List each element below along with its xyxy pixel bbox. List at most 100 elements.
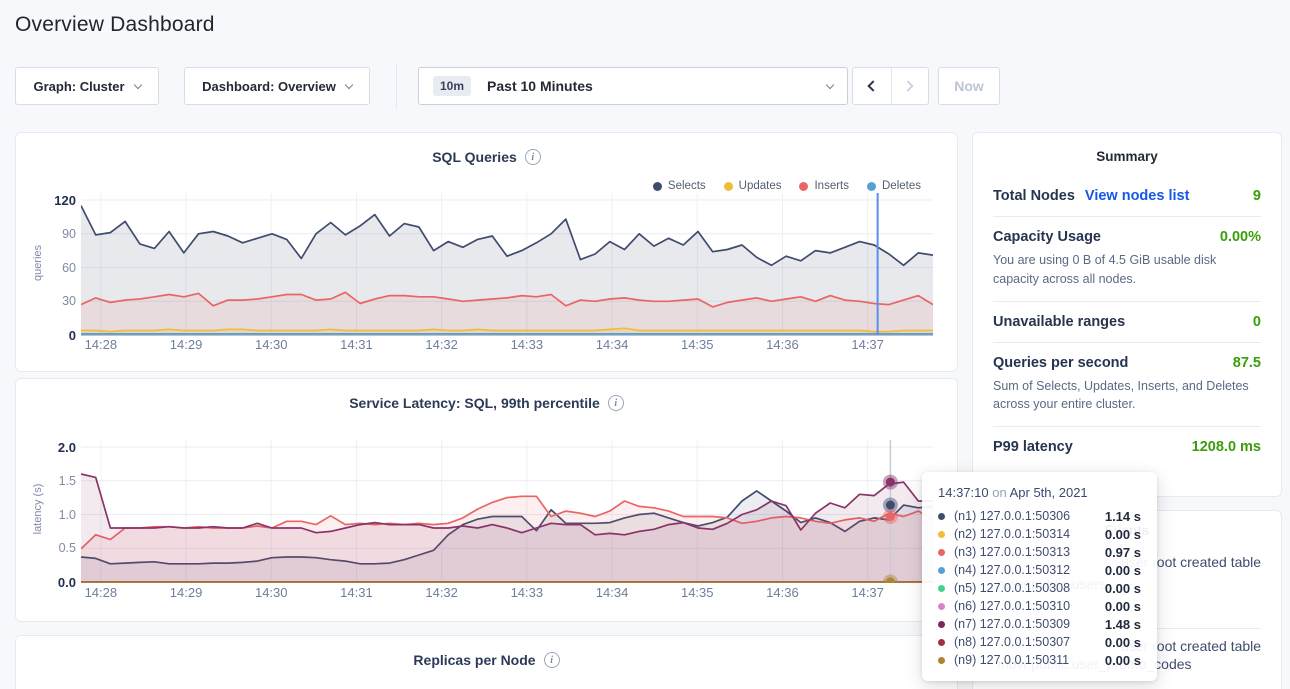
node-color-dot-icon (938, 639, 945, 646)
capacity-usage-value: 0.00% (1220, 229, 1261, 245)
now-button[interactable]: Now (938, 67, 1000, 105)
x-tick-label: 14:30 (246, 337, 296, 352)
tooltip-node-row: (n7) 127.0.0.1:503091.48 s (938, 615, 1141, 633)
legend-dot-icon (867, 182, 876, 191)
qps-value: 87.5 (1233, 355, 1261, 371)
x-tick-label: 14:37 (843, 585, 893, 600)
x-tick-label: 14:29 (161, 585, 211, 600)
x-tick-label: 14:36 (757, 337, 807, 352)
x-tick-label: 14:32 (417, 337, 467, 352)
sql-queries-card: SQL Queries SelectsUpdatesInsertsDeletes… (15, 132, 958, 372)
chevron-down-icon (133, 80, 141, 88)
node-address: (n8) 127.0.0.1:50307 (954, 635, 1070, 649)
dashboard-label: Dashboard: Overview (202, 79, 336, 94)
info-icon[interactable] (525, 149, 541, 165)
legend-dot-icon (799, 182, 808, 191)
y-tick-label: 0.5 (38, 541, 76, 555)
qps-label: Queries per second (993, 355, 1128, 371)
y-tick-label: 90 (38, 227, 76, 241)
node-address: (n7) 127.0.0.1:50309 (954, 617, 1070, 631)
tooltip-node-row: (n5) 127.0.0.1:50308 0.00 s (938, 579, 1141, 597)
legend-label: Updates (739, 180, 782, 192)
x-tick-label: 14:29 (161, 337, 211, 352)
x-tick-label: 14:28 (76, 585, 126, 600)
node-address: (n1) 127.0.0.1:50306 (954, 509, 1070, 523)
y-tick-label: 30 (38, 294, 76, 308)
service-latency-chart[interactable] (81, 440, 933, 583)
x-tick-label: 14:32 (417, 585, 467, 600)
legend-item-inserts[interactable]: Inserts (799, 180, 849, 192)
overview-dashboard-page: Overview Dashboard Graph: Cluster Dashbo… (0, 0, 1290, 689)
node-latency-value: 0.00 s (1105, 527, 1141, 542)
sql-queries-chart[interactable] (81, 193, 933, 336)
x-tick-label: 14:34 (587, 337, 637, 352)
node-color-dot-icon (938, 585, 945, 592)
time-pager (852, 67, 929, 105)
graph-scope-label: Graph: Cluster (33, 79, 124, 94)
tooltip-node-list: (n1) 127.0.0.1:503061.14 s(n2) 127.0.0.1… (938, 507, 1141, 669)
node-color-dot-icon (938, 657, 945, 664)
p99-latency-label: P99 latency (993, 439, 1073, 455)
node-address: (n5) 127.0.0.1:50308 (954, 581, 1070, 595)
x-tick-label: 14:31 (331, 337, 381, 352)
total-nodes-label: Total Nodes (993, 188, 1075, 204)
info-icon[interactable] (544, 652, 560, 668)
summary-heading: Summary (993, 149, 1261, 164)
tooltip-node-row: (n6) 127.0.0.1:503100.00 s (938, 597, 1141, 615)
time-forward-button[interactable] (891, 68, 929, 104)
time-range-label: Past 10 Minutes (487, 78, 593, 94)
total-nodes-value: 9 (1253, 188, 1261, 204)
node-color-dot-icon (938, 567, 945, 574)
replicas-per-node-card: Replicas per Node (15, 635, 958, 689)
node-address: (n2) 127.0.0.1:50314 (954, 527, 1070, 541)
p99-latency-value: 1208.0 ms (1192, 439, 1261, 455)
node-latency-value: 0.00 s (1105, 635, 1141, 650)
legend-item-deletes[interactable]: Deletes (867, 180, 921, 192)
node-address: (n6) 127.0.0.1:50310 (954, 599, 1070, 613)
node-latency-value: 0.00 s (1105, 653, 1141, 668)
tooltip-time: 14:37:10 (938, 485, 989, 500)
node-latency-value: 0.00 s (1105, 563, 1141, 578)
summary-row-p99: P99 latency 1208.0 ms (993, 427, 1261, 467)
legend-label: Inserts (814, 180, 849, 192)
hover-dot-(n3) (886, 512, 895, 521)
node-address: (n3) 127.0.0.1:50313 (954, 545, 1070, 559)
time-range-badge: 10m (433, 76, 471, 96)
x-axis-ticks: 14:2814:2914:3014:3114:3214:3314:3414:35… (81, 337, 933, 353)
time-back-button[interactable] (853, 68, 891, 104)
tooltip-timestamp: 14:37:10 on Apr 5th, 2021 (938, 485, 1141, 500)
legend-label: Selects (668, 180, 706, 192)
x-tick-label: 14:34 (587, 585, 637, 600)
legend-item-selects[interactable]: Selects (653, 180, 706, 192)
x-tick-label: 14:36 (757, 585, 807, 600)
info-icon[interactable] (608, 395, 624, 411)
x-tick-label: 14:30 (246, 585, 296, 600)
capacity-usage-description: You are using 0 B of 4.5 GiB usable disk… (993, 251, 1261, 289)
sql-queries-legend: Selects Updates Inserts Deletes (653, 180, 921, 192)
node-latency-value: 0.00 s (1105, 581, 1141, 596)
view-nodes-list-link[interactable]: View nodes list (1085, 188, 1190, 204)
unavailable-ranges-value: 0 (1253, 314, 1261, 330)
y-tick-label: 0 (38, 328, 76, 343)
replicas-chart-title: Replicas per Node (413, 652, 535, 668)
hover-dot-(n7) (886, 478, 895, 487)
x-tick-label: 14:28 (76, 337, 126, 352)
node-color-dot-icon (938, 621, 945, 628)
y-tick-label: 60 (38, 261, 76, 275)
tooltip-node-row: (n3) 127.0.0.1:50313 0.97 s (938, 543, 1141, 561)
tooltip-node-row: (n2) 127.0.0.1:50314 0.00 s (938, 525, 1141, 543)
time-range-picker[interactable]: 10m Past 10 Minutes (418, 67, 848, 105)
summary-row-capacity: Capacity Usage 0.00% You are using 0 B o… (993, 217, 1261, 302)
summary-row-total-nodes: Total Nodes View nodes list 9 (993, 176, 1261, 217)
dashboard-dropdown[interactable]: Dashboard: Overview (184, 67, 370, 105)
tooltip-node-row: (n8) 127.0.0.1:50307 0.00 s (938, 633, 1141, 651)
hover-dot-(n1) (886, 501, 895, 510)
node-latency-value: 0.97 s (1105, 545, 1141, 560)
x-tick-label: 14:35 (672, 585, 722, 600)
legend-item-updates[interactable]: Updates (724, 180, 782, 192)
y-tick-label: 120 (38, 193, 76, 208)
node-color-dot-icon (938, 603, 945, 610)
graph-scope-dropdown[interactable]: Graph: Cluster (15, 67, 159, 105)
chevron-left-icon (868, 80, 879, 91)
node-color-dot-icon (938, 513, 945, 520)
